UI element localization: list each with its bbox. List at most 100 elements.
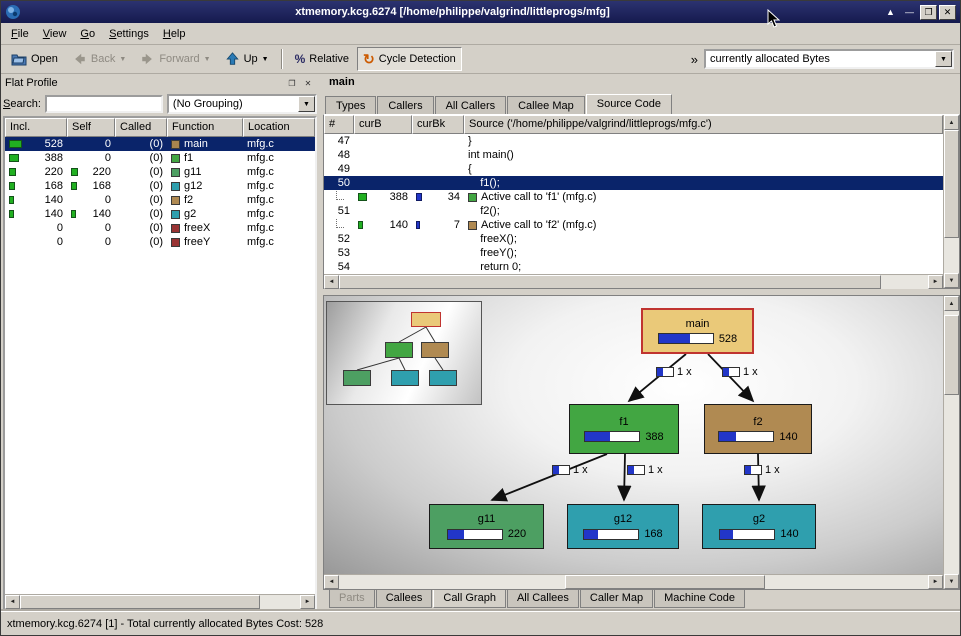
forward-dropdown-icon[interactable] (204, 56, 211, 63)
scroll-right-button[interactable] (928, 275, 943, 289)
shade-button[interactable]: ▲ (882, 5, 899, 20)
table-row-f2[interactable]: 140 0 (0) f2 mfg.c (5, 193, 315, 207)
relative-toggle-button[interactable]: % Relative (289, 47, 355, 71)
source-line[interactable]: 48int main() (324, 148, 943, 162)
table-row-main[interactable]: 528 0 (0) main mfg.c (5, 137, 315, 151)
source-hscrollbar[interactable] (324, 274, 943, 289)
source-line[interactable]: 52 freeX(); (324, 232, 943, 246)
scroll-up-button[interactable] (944, 115, 959, 130)
edge-label-f2-g2[interactable]: 1 x (744, 464, 780, 476)
graph-node-f2[interactable]: f2 140 (704, 404, 812, 454)
scroll-left-button[interactable] (324, 575, 339, 589)
flat-profile-hscrollbar[interactable] (5, 594, 315, 609)
grouping-arrow-icon[interactable] (298, 96, 315, 112)
column-header-source[interactable]: Source ('/home/philippe/valgrind/littlep… (464, 115, 943, 134)
source-line[interactable]: 51 f2(); (324, 204, 943, 218)
scroll-right-button[interactable] (300, 595, 315, 609)
tab-all-callees[interactable]: All Callees (507, 590, 579, 608)
graph-node-g2[interactable]: g2 140 (702, 504, 816, 549)
column-header-curbk[interactable]: curBk (412, 115, 464, 134)
tab-types[interactable]: Types (325, 96, 376, 114)
combobox-arrow-icon[interactable] (935, 51, 952, 67)
call-graph-canvas[interactable]: main 528 f1 388 f2 140 g11 (324, 296, 943, 574)
graph-node-f1[interactable]: f1 388 (569, 404, 679, 454)
graph-hscrollbar[interactable] (324, 574, 943, 589)
menu-help[interactable]: Help (156, 25, 193, 43)
tab-callee-map[interactable]: Callee Map (507, 96, 585, 114)
tab-callers[interactable]: Callers (377, 96, 433, 114)
scroll-up-button[interactable] (944, 296, 959, 311)
scrollbar-thumb[interactable] (944, 130, 959, 238)
source-call-line[interactable]: 388 34 Active call to 'f1' (mfg.c) (324, 190, 943, 204)
dock-float-icon[interactable] (285, 77, 299, 90)
scroll-down-button[interactable] (944, 574, 959, 589)
dock-titlebar[interactable]: Flat Profile (3, 74, 317, 92)
curb-cost-bar-icon (358, 193, 367, 201)
scrollbar-thumb[interactable] (20, 595, 260, 609)
column-header-curb[interactable]: curB (354, 115, 412, 134)
open-button[interactable]: Open (5, 47, 64, 71)
scrollbar-thumb[interactable] (944, 315, 959, 395)
source-call-line[interactable]: 140 7 Active call to 'f2' (mfg.c) (324, 218, 943, 232)
toolbar-overflow-chevron[interactable]: » (687, 52, 702, 67)
menu-go[interactable]: Go (73, 25, 102, 43)
source-line[interactable]: 47} (324, 134, 943, 148)
menu-file[interactable]: File (4, 25, 36, 43)
column-header-line[interactable]: # (324, 115, 354, 134)
graph-node-g12[interactable]: g12 168 (567, 504, 679, 549)
table-row-g2[interactable]: 140 140 (0) g2 mfg.c (5, 207, 315, 221)
up-dropdown-icon[interactable] (262, 56, 269, 63)
table-row-g11[interactable]: 220 220 (0) g11 mfg.c (5, 165, 315, 179)
table-row-freeX[interactable]: 0 0 (0) freeX mfg.c (5, 221, 315, 235)
cycle-detection-toggle-button[interactable]: ↻ Cycle Detection (357, 47, 462, 71)
edge-label-main-f1[interactable]: 1 x (656, 366, 692, 378)
source-line[interactable]: 54 return 0; (324, 260, 943, 274)
tab-call-graph[interactable]: Call Graph (433, 590, 506, 608)
graph-overview[interactable] (326, 301, 482, 405)
menu-view[interactable]: View (36, 25, 74, 43)
source-line[interactable]: 49{ (324, 162, 943, 176)
scroll-down-button[interactable] (944, 273, 959, 288)
scroll-right-button[interactable] (928, 575, 943, 589)
dock-close-icon[interactable] (301, 77, 315, 90)
search-input[interactable] (45, 95, 163, 113)
event-type-combobox[interactable]: currently allocated Bytes (704, 49, 954, 69)
table-row-g12[interactable]: 168 168 (0) g12 mfg.c (5, 179, 315, 193)
back-dropdown-icon[interactable] (119, 56, 126, 63)
back-button[interactable]: Back (66, 47, 132, 71)
table-row-f1[interactable]: 388 0 (0) f1 mfg.c (5, 151, 315, 165)
column-header-function[interactable]: Function (167, 118, 243, 137)
close-button[interactable]: ✕ (939, 5, 956, 20)
grouping-combobox[interactable]: (No Grouping) (167, 94, 317, 114)
scrollbar-thumb[interactable] (565, 575, 765, 589)
open-folder-icon (11, 52, 27, 66)
source-line-selected[interactable]: 50 f1(); (324, 176, 943, 190)
edge-label-f1-g12[interactable]: 1 x (627, 464, 663, 476)
titlebar[interactable]: xtmemory.kcg.6274 [/home/philippe/valgri… (1, 1, 960, 23)
tab-all-callers[interactable]: All Callers (435, 96, 507, 114)
scrollbar-thumb[interactable] (339, 275, 881, 289)
maximize-button[interactable]: ❐ (920, 5, 937, 20)
graph-node-g11[interactable]: g11 220 (429, 504, 544, 549)
source-line[interactable]: 53 freeY(); (324, 246, 943, 260)
up-button[interactable]: Up (219, 47, 275, 71)
tab-callees[interactable]: Callees (376, 590, 433, 608)
scroll-left-button[interactable] (324, 275, 339, 289)
menu-settings[interactable]: Settings (102, 25, 156, 43)
tab-caller-map[interactable]: Caller Map (580, 590, 653, 608)
minimize-button[interactable]: — (901, 5, 918, 20)
graph-node-main[interactable]: main 528 (641, 308, 754, 354)
column-header-incl[interactable]: Incl. (5, 118, 67, 137)
forward-button[interactable]: Forward (134, 47, 216, 71)
source-vscrollbar[interactable] (943, 115, 959, 288)
column-header-self[interactable]: Self (67, 118, 115, 137)
column-header-location[interactable]: Location (243, 118, 315, 137)
edge-label-f1-g11[interactable]: 1 x (552, 464, 588, 476)
graph-vscrollbar[interactable] (943, 296, 959, 589)
tab-machine-code[interactable]: Machine Code (654, 590, 745, 608)
tab-source-code[interactable]: Source Code (586, 94, 672, 114)
edge-label-main-f2[interactable]: 1 x (722, 366, 758, 378)
scroll-left-button[interactable] (5, 595, 20, 609)
column-header-called[interactable]: Called (115, 118, 167, 137)
table-row-freeY[interactable]: 0 0 (0) freeY mfg.c (5, 235, 315, 249)
